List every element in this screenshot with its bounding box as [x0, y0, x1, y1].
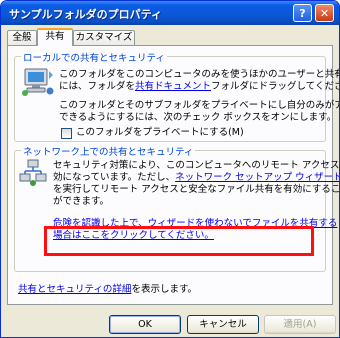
network-text-line3: を実行してリモート アクセスと安全なファイル共有を有効にすること: [53, 184, 340, 195]
close-button[interactable]: ✕: [315, 4, 334, 22]
network-text-line2: 効になっています。ただし、ネットワーク セットアップ ウィザード: [53, 172, 339, 185]
network-share-icon: [19, 159, 47, 186]
make-private-label[interactable]: このフォルダをプライベートにする(M): [76, 127, 244, 140]
make-private-checkbox[interactable]: [61, 128, 72, 139]
title-bar[interactable]: サンプルフォルダのプロパティ ? ✕: [1, 1, 339, 25]
tab-sharing[interactable]: 共有: [37, 28, 73, 46]
apply-button[interactable]: 適用(A): [264, 315, 336, 334]
ok-button[interactable]: OK: [109, 315, 181, 334]
details-text: 共有とセキュリティの詳細を表示します。: [18, 284, 197, 297]
local-share-computer-icon: [22, 68, 54, 96]
local-share-text-pre: には、フォルダを: [59, 81, 136, 92]
local-share-text-line2: には、フォルダを共有ドキュメントフォルダにドラッグしてください。: [59, 81, 339, 94]
network-text-line4: ができます。: [53, 196, 110, 207]
window-title: サンプルフォルダのプロパティ: [9, 8, 163, 21]
network-text-pre: 効になっています。ただし、: [53, 172, 176, 183]
tab-general[interactable]: 全般: [7, 30, 37, 45]
sharing-security-details-link[interactable]: 共有とセキュリティの詳細: [18, 284, 131, 295]
private-text-line2: できるようにするには、次のチェック ボックスをオンにします。: [59, 112, 337, 123]
network-setup-wizard-link[interactable]: ネットワーク セットアップ ウィザード: [175, 172, 339, 183]
shared-documents-link[interactable]: 共有ドキュメント: [135, 81, 211, 92]
local-share-text-line1: このフォルダをこのコンピュータのみを使うほかのユーザーと共有する: [59, 69, 340, 80]
highlight-box: [44, 226, 314, 256]
cancel-button[interactable]: キャンセル: [187, 315, 259, 334]
local-sharing-group: ローカルでの共有とセキュリティ このフォルダをこのコンピュータのみを使うほかのユ…: [14, 50, 339, 142]
network-sharing-legend: ネットワーク上での共有とセキュリティ: [21, 144, 196, 158]
help-button[interactable]: ?: [293, 4, 312, 22]
sharing-panel: ローカルでの共有とセキュリティ このフォルダをこのコンピュータのみを使うほかのユ…: [7, 45, 339, 305]
properties-dialog: サンプルフォルダのプロパティ ? ✕ 全般 共有 カスタマイズ ローカルでの共有…: [0, 0, 340, 338]
local-share-text-post: フォルダにドラッグしてください。: [211, 81, 339, 92]
network-text-line1: セキュリティ対策により、このコンピュータへのリモート アクセスは無: [53, 160, 340, 171]
local-sharing-legend: ローカルでの共有とセキュリティ: [21, 50, 167, 64]
details-text-post: を表示します。: [131, 284, 197, 295]
tab-customize[interactable]: カスタマイズ: [73, 30, 135, 45]
private-text-line1: このフォルダとそのサブフォルダをプライベートにし自分のみがアクセス: [59, 100, 339, 111]
